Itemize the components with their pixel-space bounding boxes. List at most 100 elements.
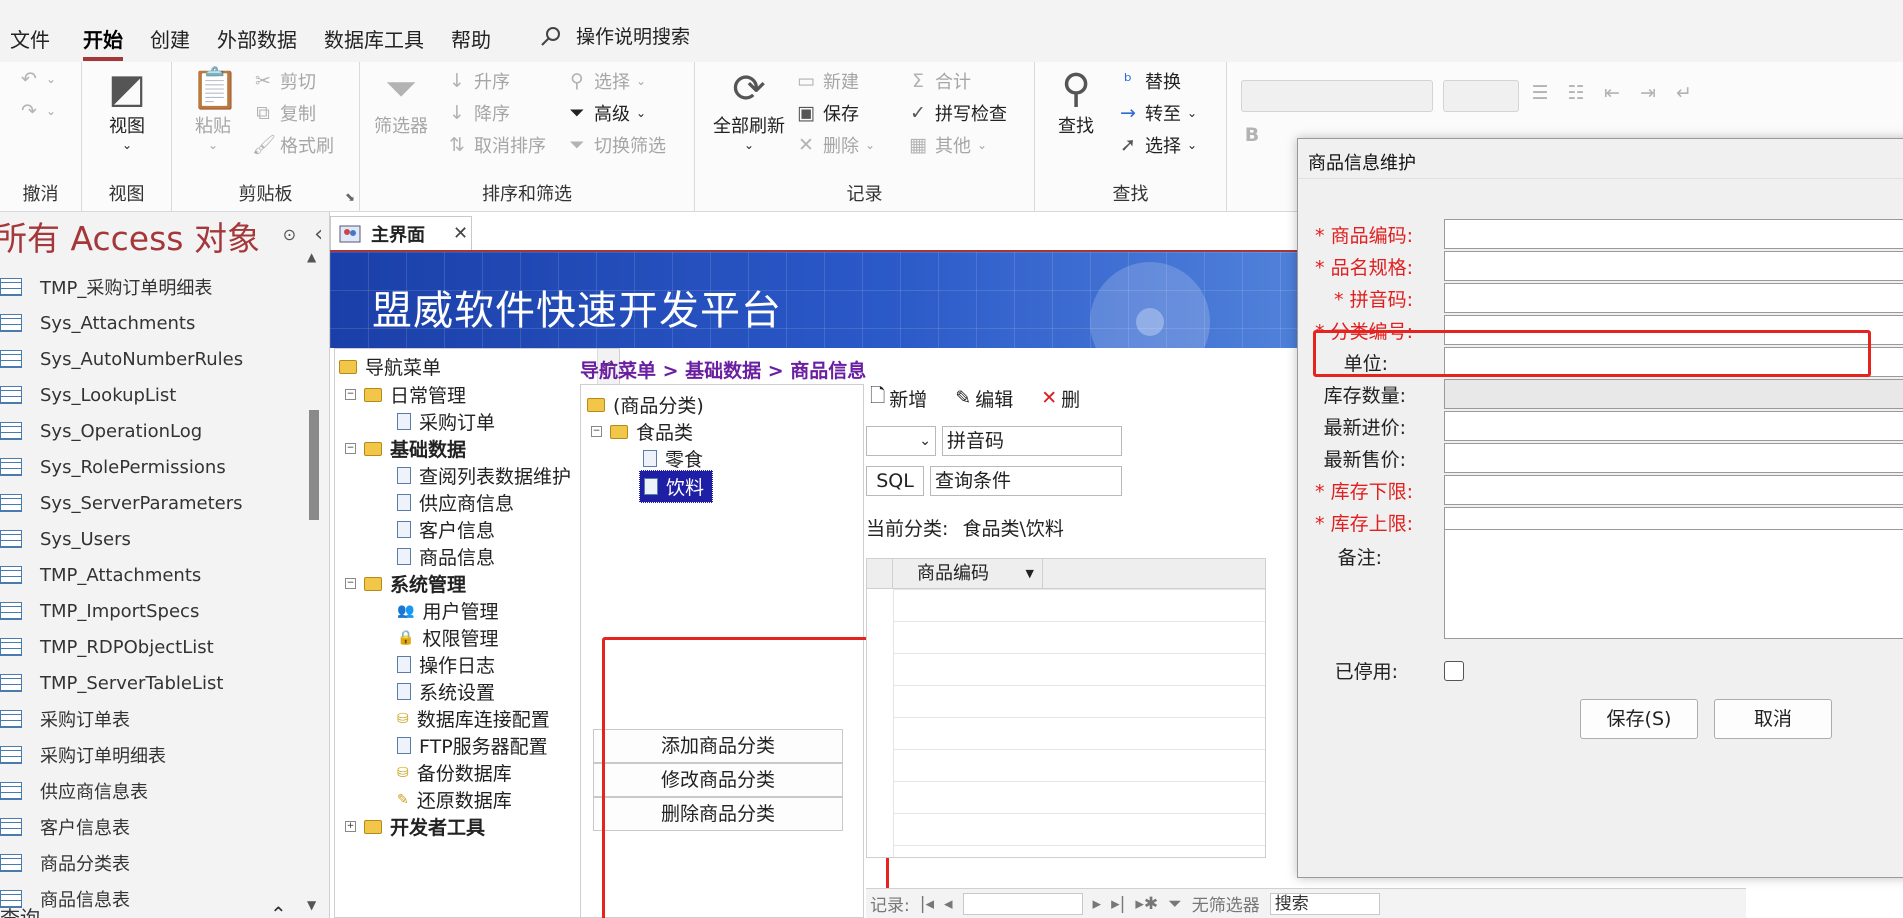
cut-button[interactable]: ✂ 剪切 — [252, 68, 316, 94]
spelling-button[interactable]: ✓ 拼写检查 — [907, 100, 1007, 126]
disabled-checkbox[interactable] — [1444, 661, 1464, 681]
next-record-icon[interactable]: ▸ — [1093, 894, 1102, 914]
no-filter-label[interactable]: 无筛选器 — [1192, 891, 1260, 916]
save-button[interactable]: 保存(S) — [1580, 699, 1698, 739]
collapse-icon[interactable]: − — [591, 426, 602, 437]
decrease-indent-icon[interactable]: ⇤ — [1601, 82, 1623, 104]
tree-node-basic[interactable]: − 基础数据 — [345, 435, 466, 462]
save-record-button[interactable]: ▣ 保存 — [795, 100, 859, 126]
tree-node-supplier[interactable]: 供应商信息 — [397, 489, 514, 516]
nav-table-item[interactable]: Sys_AutoNumberRules — [0, 344, 243, 374]
nav-table-item[interactable]: TMP_采购订单明细表 — [0, 272, 212, 302]
selection-button[interactable]: ⚲ 选择 ⌄ — [566, 68, 646, 94]
tree-node-goods[interactable]: 商品信息 — [397, 543, 495, 570]
tree-node-lookup[interactable]: 查阅列表数据维护 — [397, 462, 571, 489]
tree-root[interactable]: 导航菜单 — [339, 353, 441, 380]
nav-table-item[interactable]: Sys_OperationLog — [0, 416, 202, 446]
record-search-input[interactable]: 搜索 — [1269, 892, 1380, 915]
redo-button[interactable]: ↷ ⌄ — [18, 100, 56, 122]
tree-node-daily[interactable]: − 日常管理 — [345, 381, 466, 408]
field-combo[interactable]: 拼音码 — [942, 426, 1122, 456]
tree-node-dbconn[interactable]: ⛁ 数据库连接配置 — [397, 705, 550, 732]
view-button[interactable]: ◩ 视图 ⌄ — [104, 66, 150, 152]
nav-pane-title[interactable]: 所有 Access 对象 — [0, 212, 260, 260]
sort-ascending-button[interactable]: ↓ 升序 — [446, 68, 510, 94]
nav-table-item[interactable]: 商品分类表 — [0, 848, 130, 878]
nav-table-item[interactable]: Sys_Users — [0, 524, 131, 554]
category-snack[interactable]: 零食 — [643, 445, 703, 472]
numbered-list-icon[interactable]: ☷ — [1565, 82, 1587, 104]
remark-textarea[interactable] — [1444, 529, 1903, 639]
category-drink[interactable]: 饮料 — [639, 470, 714, 503]
nav-table-item[interactable]: 客户信息表 — [0, 812, 130, 842]
pinyin-input[interactable] — [1444, 283, 1903, 313]
column-header-code[interactable]: 商品编码 ▼ — [893, 559, 1043, 588]
scroll-down-icon[interactable]: ▼ — [307, 898, 316, 912]
clipboard-launcher-icon[interactable]: ⬊ — [345, 190, 355, 204]
new-record-button[interactable]: ▭ 新建 — [795, 68, 859, 94]
nav-table-item[interactable]: TMP_ServerTableList — [0, 668, 223, 698]
nav-table-item[interactable]: Sys_ServerParameters — [0, 488, 243, 518]
tree-node-purchase-order[interactable]: 采购订单 — [397, 408, 495, 435]
nav-section-queries[interactable]: 查询 ⌃ — [0, 902, 287, 918]
nav-table-item[interactable]: Sys_LookupList — [0, 380, 176, 410]
stock-min-input[interactable] — [1444, 475, 1903, 505]
tree-node-backup[interactable]: ⛁ 备份数据库 — [397, 759, 512, 786]
goods-edit-button[interactable]: ✎ 编辑 — [955, 382, 1013, 414]
nav-table-item[interactable]: 供应商信息表 — [0, 776, 148, 806]
undo-button[interactable]: ↶ ⌄ — [18, 68, 56, 90]
stock-qty-input[interactable] — [1444, 379, 1903, 409]
nav-table-item[interactable]: Sys_Attachments — [0, 308, 195, 338]
tree-node-restore[interactable]: ✎ 还原数据库 — [397, 786, 512, 813]
nav-table-item[interactable]: TMP_Attachments — [0, 560, 201, 590]
filter-off-icon[interactable]: ⏷ — [1168, 894, 1182, 914]
sql-button[interactable]: SQL — [866, 466, 924, 496]
select-button[interactable]: ➚ 选择 ⌄ — [1117, 132, 1197, 158]
scroll-up-icon[interactable]: ▲ — [307, 250, 316, 264]
paste-button[interactable]: 📋 粘贴 ⌄ — [190, 66, 240, 152]
delete-record-button[interactable]: ✕ 删除 ⌄ — [795, 132, 875, 158]
last-sell-price-input[interactable] — [1444, 443, 1903, 473]
collapse-icon[interactable]: − — [345, 389, 356, 400]
tell-me-search[interactable]: 操作说明搜索 — [540, 22, 690, 49]
refresh-all-button[interactable]: ⟳ 全部刷新 ⌄ — [713, 66, 785, 152]
collapse-icon[interactable]: − — [345, 443, 356, 454]
goods-delete-button[interactable]: ✕ 删 — [1041, 382, 1080, 414]
close-icon[interactable]: ✕ — [453, 223, 468, 244]
font-size-combo[interactable] — [1443, 80, 1519, 112]
nav-scrollbar[interactable]: ▲ ▼ — [307, 250, 319, 912]
copy-button[interactable]: ⧉ 复制 — [252, 100, 316, 126]
tree-node-settings[interactable]: 系统设置 — [397, 678, 495, 705]
nav-table-item[interactable]: Sys_RolePermissions — [0, 452, 226, 482]
nav-scroll-thumb[interactable] — [309, 410, 319, 520]
collapse-icon[interactable]: − — [345, 578, 356, 589]
tree-node-users[interactable]: 👥 用户管理 — [397, 597, 498, 624]
chevron-down-circle-icon[interactable]: ⊙ — [283, 225, 296, 244]
remove-sort-button[interactable]: ⇅ 取消排序 — [446, 132, 546, 158]
sort-descending-button[interactable]: ↓ 降序 — [446, 100, 510, 126]
filter-button[interactable]: ⏷ 筛选器 — [374, 66, 428, 138]
cancel-button[interactable]: 取消 — [1714, 699, 1832, 739]
advanced-filter-button[interactable]: ⏷ 高级 ⌄ — [566, 100, 646, 126]
tree-node-oplog[interactable]: 操作日志 — [397, 651, 495, 678]
category-food[interactable]: − 食品类 — [591, 418, 693, 445]
last-buy-price-input[interactable] — [1444, 411, 1903, 441]
menu-file[interactable]: 文件 — [10, 24, 50, 53]
menu-external-data[interactable]: 外部数据 — [217, 24, 297, 53]
tab-main-form[interactable]: 主界面 ✕ — [330, 216, 472, 250]
format-painter-button[interactable]: 🖌 格式刷 — [252, 132, 334, 158]
menu-create[interactable]: 创建 — [150, 24, 190, 53]
increase-indent-icon[interactable]: ⇥ — [1637, 82, 1659, 104]
menu-home[interactable]: 开始 — [83, 24, 123, 61]
query-condition-input[interactable]: 查询条件 — [930, 466, 1122, 496]
nav-table-item[interactable]: 采购订单明细表 — [0, 740, 166, 770]
more-button[interactable]: ▦ 其他 ⌄ — [907, 132, 987, 158]
replace-button[interactable]: ᵇ 替换 — [1117, 68, 1181, 94]
nav-table-item[interactable]: 采购订单表 — [0, 704, 130, 734]
text-direction-icon[interactable]: ↵ — [1673, 82, 1695, 104]
tree-node-devtools[interactable]: + 开发者工具 — [345, 813, 485, 840]
tree-node-permissions[interactable]: 🔒 权限管理 — [397, 624, 498, 651]
find-button[interactable]: ⚲ 查找 — [1053, 66, 1099, 138]
name-spec-input[interactable] — [1444, 251, 1903, 281]
operator-combo[interactable]: ⌄ — [866, 426, 936, 456]
